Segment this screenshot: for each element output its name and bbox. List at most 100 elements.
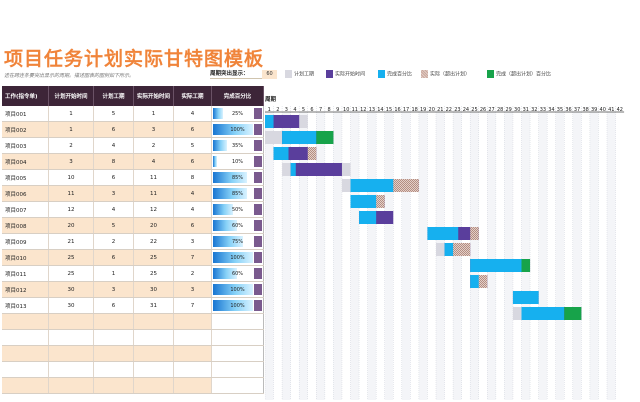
table-row[interactable]: 项目008 20 5 20 6 60% [2,218,264,234]
cell-percent-complete[interactable]: 60% [212,218,264,233]
cell-plan-start[interactable]: 11 [49,186,94,201]
cell-task-name[interactable] [2,362,49,377]
table-row[interactable]: 项目011 25 1 25 2 60% [2,266,264,282]
cell-plan-duration[interactable]: 8 [94,154,134,169]
cell-actual-duration[interactable]: 6 [174,122,212,137]
cell-actual-start[interactable]: 11 [134,186,174,201]
table-row[interactable]: 项目002 1 6 3 6 100% [2,122,264,138]
cell-percent-complete[interactable]: 85% [212,186,264,201]
table-row[interactable] [2,378,264,394]
cell-plan-duration[interactable]: 6 [94,122,134,137]
cell-plan-start[interactable]: 21 [49,234,94,249]
cell-percent-complete[interactable] [212,330,264,345]
cell-actual-duration[interactable]: 4 [174,186,212,201]
cell-actual-start[interactable]: 22 [134,234,174,249]
cell-plan-duration[interactable] [94,314,134,329]
cell-actual-start[interactable] [134,378,174,393]
cell-plan-start[interactable]: 1 [49,122,94,137]
cell-task-name[interactable]: 项目004 [2,154,49,169]
cell-task-name[interactable]: 项目002 [2,122,49,137]
table-row[interactable]: 项目006 11 3 11 4 85% [2,186,264,202]
cell-percent-complete[interactable]: 75% [212,234,264,249]
cell-actual-duration[interactable]: 7 [174,298,212,313]
cell-plan-duration[interactable] [94,346,134,361]
cell-plan-duration[interactable]: 6 [94,250,134,265]
cell-plan-start[interactable] [49,330,94,345]
cell-plan-start[interactable]: 10 [49,170,94,185]
cell-actual-start[interactable]: 2 [134,138,174,153]
cell-actual-duration[interactable]: 4 [174,106,212,121]
cell-plan-duration[interactable]: 5 [94,218,134,233]
cell-plan-start[interactable]: 12 [49,202,94,217]
cell-plan-start[interactable] [49,378,94,393]
table-row[interactable]: 项目004 3 8 4 6 10% [2,154,264,170]
cell-plan-start[interactable]: 30 [49,282,94,297]
cell-plan-duration[interactable]: 3 [94,282,134,297]
cell-actual-start[interactable]: 25 [134,266,174,281]
cell-plan-start[interactable]: 25 [49,266,94,281]
cell-task-name[interactable]: 项目011 [2,266,49,281]
cell-percent-complete[interactable] [212,314,264,329]
cell-plan-duration[interactable]: 2 [94,234,134,249]
cell-actual-start[interactable] [134,346,174,361]
cell-percent-complete[interactable]: 100% [212,298,264,313]
cell-task-name[interactable]: 项目005 [2,170,49,185]
cell-actual-start[interactable] [134,314,174,329]
cell-actual-start[interactable]: 3 [134,122,174,137]
cell-task-name[interactable]: 项目013 [2,298,49,313]
table-row[interactable] [2,314,264,330]
cell-actual-start[interactable]: 4 [134,154,174,169]
table-row[interactable]: 项目001 1 5 1 4 25% [2,106,264,122]
table-row[interactable]: 项目013 30 6 31 7 100% [2,298,264,314]
cell-actual-duration[interactable]: 4 [174,202,212,217]
cell-actual-start[interactable]: 20 [134,218,174,233]
cell-plan-start[interactable] [49,314,94,329]
cell-actual-start[interactable]: 12 [134,202,174,217]
cell-plan-start[interactable] [49,346,94,361]
table-row[interactable] [2,330,264,346]
cell-percent-complete[interactable] [212,346,264,361]
cell-plan-duration[interactable]: 5 [94,106,134,121]
cell-percent-complete[interactable]: 100% [212,282,264,297]
cell-plan-duration[interactable] [94,362,134,377]
cell-plan-duration[interactable]: 1 [94,266,134,281]
cell-actual-duration[interactable] [174,346,212,361]
cell-task-name[interactable] [2,330,49,345]
cell-plan-duration[interactable]: 4 [94,138,134,153]
cell-percent-complete[interactable]: 25% [212,106,264,121]
cell-percent-complete[interactable]: 60% [212,266,264,281]
cell-plan-start[interactable]: 2 [49,138,94,153]
cell-task-name[interactable] [2,346,49,361]
period-highlight-input[interactable]: 60 [262,70,277,79]
cell-task-name[interactable]: 项目008 [2,218,49,233]
cell-plan-duration[interactable] [94,378,134,393]
cell-percent-complete[interactable] [212,378,264,393]
cell-plan-duration[interactable] [94,330,134,345]
table-row[interactable]: 项目007 12 4 12 4 50% [2,202,264,218]
cell-actual-duration[interactable]: 3 [174,282,212,297]
cell-task-name[interactable]: 项目007 [2,202,49,217]
table-row[interactable]: 项目005 10 6 11 8 85% [2,170,264,186]
table-row[interactable]: 项目003 2 4 2 5 35% [2,138,264,154]
table-row[interactable] [2,346,264,362]
cell-actual-start[interactable]: 1 [134,106,174,121]
cell-plan-start[interactable] [49,362,94,377]
cell-task-name[interactable]: 项目009 [2,234,49,249]
table-row[interactable] [2,362,264,378]
table-row[interactable]: 项目009 21 2 22 3 75% [2,234,264,250]
cell-percent-complete[interactable]: 100% [212,250,264,265]
cell-actual-duration[interactable]: 6 [174,154,212,169]
cell-task-name[interactable]: 项目003 [2,138,49,153]
cell-percent-complete[interactable]: 85% [212,170,264,185]
cell-actual-start[interactable] [134,362,174,377]
cell-actual-start[interactable]: 31 [134,298,174,313]
cell-actual-duration[interactable] [174,314,212,329]
cell-actual-start[interactable]: 11 [134,170,174,185]
cell-task-name[interactable]: 项目012 [2,282,49,297]
cell-actual-start[interactable] [134,330,174,345]
cell-actual-duration[interactable]: 3 [174,234,212,249]
cell-plan-start[interactable]: 25 [49,250,94,265]
cell-actual-duration[interactable] [174,330,212,345]
cell-actual-duration[interactable]: 2 [174,266,212,281]
cell-task-name[interactable] [2,378,49,393]
